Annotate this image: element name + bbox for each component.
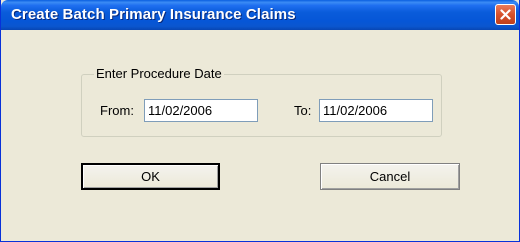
dialog-window: Create Batch Primary Insurance Claims En… (0, 0, 520, 242)
from-date-input[interactable] (144, 99, 258, 122)
group-label: Enter Procedure Date (94, 66, 224, 81)
to-date-input[interactable] (319, 99, 433, 122)
title-bar[interactable]: Create Batch Primary Insurance Claims (1, 0, 519, 30)
close-icon (500, 9, 511, 20)
window-title: Create Batch Primary Insurance Claims (11, 6, 296, 23)
ok-button[interactable]: OK (81, 163, 220, 190)
from-label: From: (100, 103, 134, 118)
to-label: To: (294, 103, 312, 118)
cancel-button[interactable]: Cancel (320, 163, 460, 190)
dialog-body: Enter Procedure Date From: To: OK Cancel (4, 30, 516, 238)
close-button[interactable] (495, 4, 516, 25)
